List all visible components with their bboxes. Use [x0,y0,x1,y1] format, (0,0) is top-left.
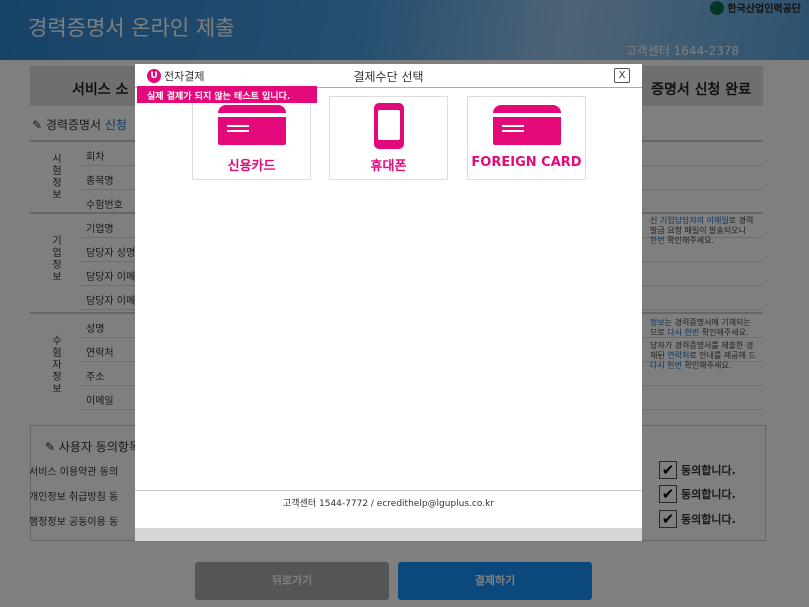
credit-card-icon [493,105,561,145]
modal-title: 결제수단 선택 [353,70,424,84]
method-foreign-card[interactable]: FOREIGN CARD [467,96,586,180]
modal-footer: 고객센터 1544-7772 / ecredithelp@lguplus.co.… [135,490,642,509]
phone-icon [374,103,404,149]
close-button[interactable]: X [614,68,630,83]
method-phone[interactable]: 휴대폰 [329,96,448,180]
test-notice-badge: 실제 결제가 되지 않는 테스트 입니다. [137,86,317,103]
payment-method-modal: U 전자결제 결제수단 선택 X 신용카드 휴대폰 FOREIGN CARD 실제… [135,64,642,541]
credit-card-icon [218,105,286,145]
modal-header: U 전자결제 결제수단 선택 X [135,64,642,88]
modal-bottom-bar [135,528,642,541]
method-credit-card[interactable]: 신용카드 [192,96,311,180]
